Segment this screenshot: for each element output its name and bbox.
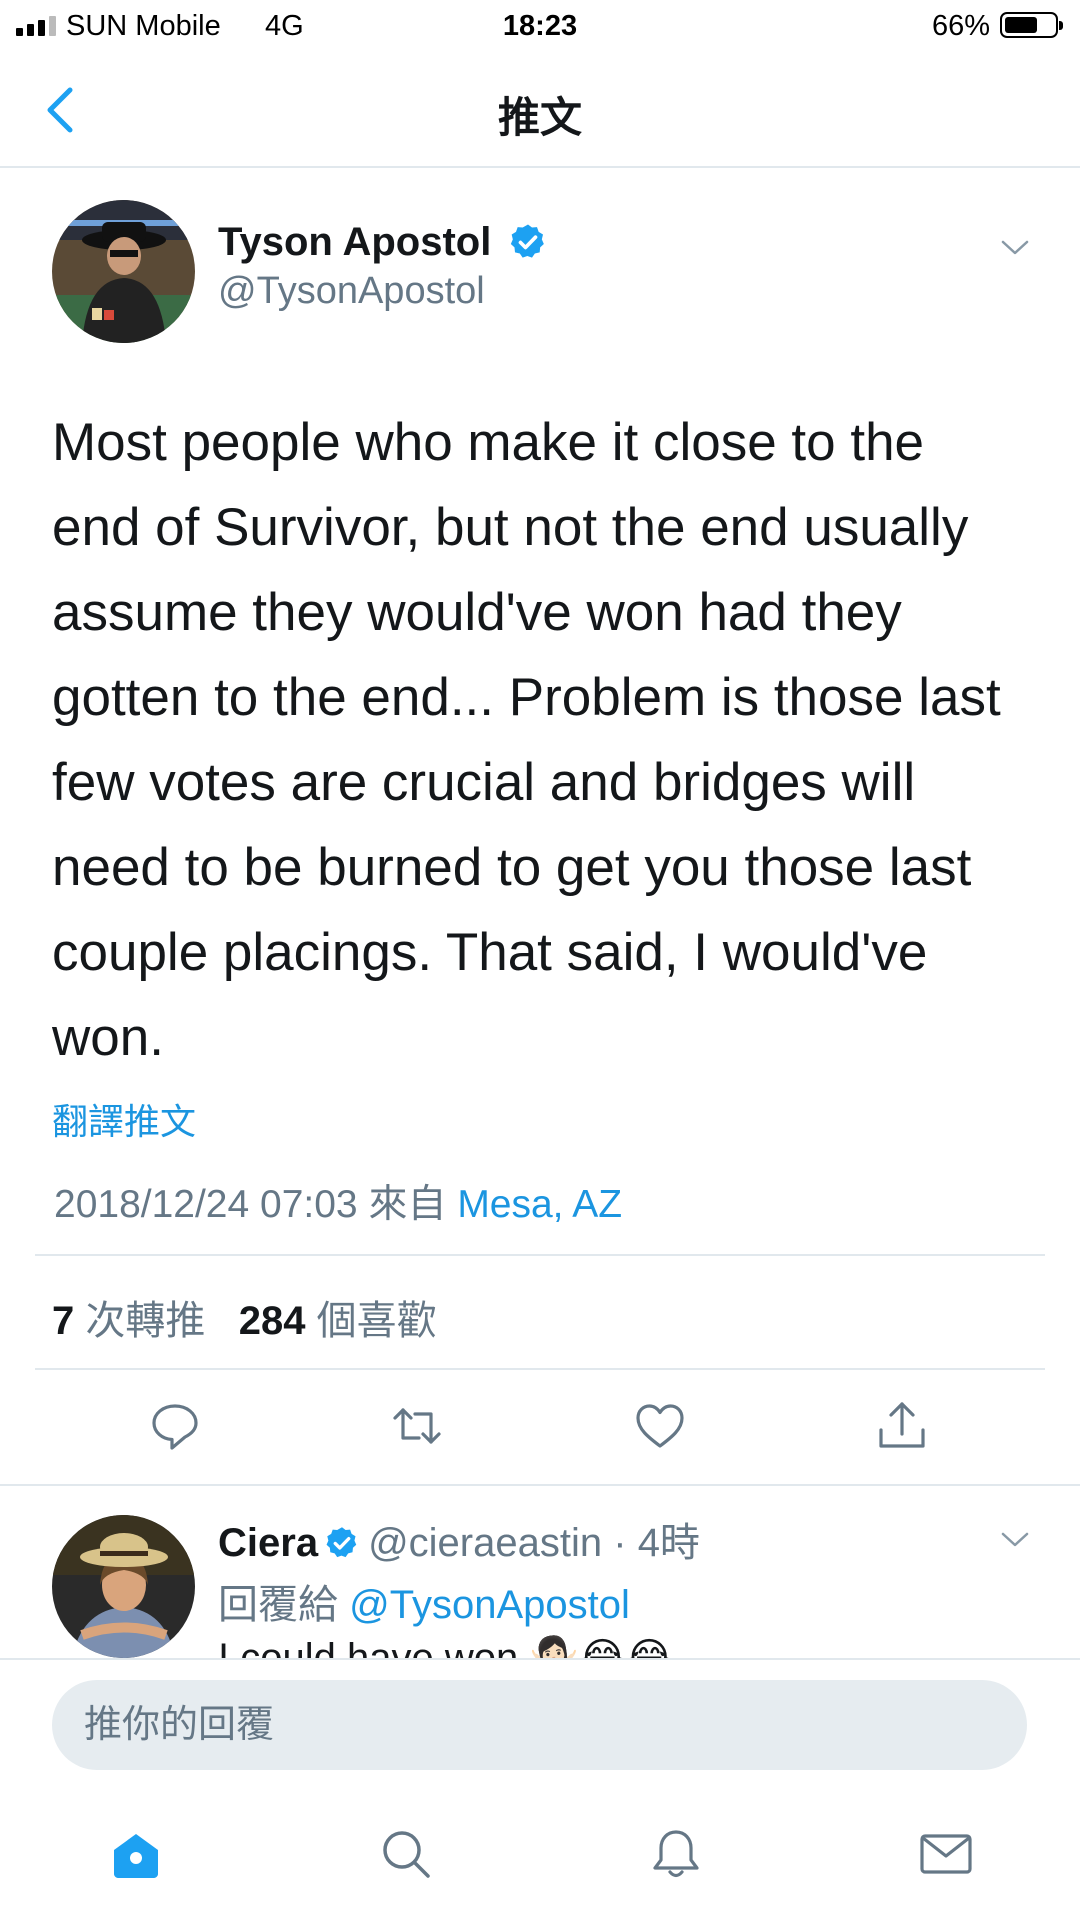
likes-stat[interactable]: 284 個喜歡 xyxy=(239,1299,437,1343)
retweets-count: 7 xyxy=(52,1299,75,1343)
reply-author-name[interactable]: Ciera xyxy=(218,1521,318,1565)
author-handle[interactable]: @TysonApostol xyxy=(218,270,485,313)
like-icon xyxy=(636,1404,684,1448)
share-icon xyxy=(879,1402,925,1448)
chevron-down-icon xyxy=(1001,1532,1029,1547)
reply-button[interactable] xyxy=(147,1398,203,1454)
location-link[interactable]: Mesa, AZ xyxy=(457,1183,622,1226)
tab-notifications[interactable] xyxy=(648,1826,704,1882)
reply-text: I could have won 🤷🏻‍♀️😂😂 xyxy=(218,1636,673,1658)
likes-label: 個喜歡 xyxy=(316,1299,437,1343)
divider xyxy=(0,1484,1080,1486)
author-avatar[interactable] xyxy=(52,200,195,343)
retweet-button[interactable] xyxy=(389,1398,445,1454)
verified-badge-icon xyxy=(324,1525,360,1561)
reply-author-handle[interactable]: @cieraeastin xyxy=(368,1521,602,1565)
separator: · xyxy=(613,1521,627,1565)
reply-header: Ciera @cieraeastin · 4時 xyxy=(218,1510,700,1568)
battery-percentage: 66% xyxy=(931,10,990,42)
tweet-stats: 7 次轉推 284 個喜歡 xyxy=(52,1288,437,1346)
home-icon xyxy=(114,1834,158,1878)
tweet-text-line: end of Survivor, but not the end usually xyxy=(52,498,969,557)
battery-icon xyxy=(1000,12,1063,38)
tweet-text-line: won. xyxy=(52,1008,164,1067)
tweet-text-line: assume they would've won had they xyxy=(52,583,902,642)
tweet-text-line: few votes are crucial and bridges will xyxy=(52,753,916,812)
retweets-label: 次轉推 xyxy=(85,1299,206,1343)
chevron-down-icon xyxy=(1001,240,1029,255)
author-name[interactable]: Tyson Apostol xyxy=(218,220,491,265)
retweet-icon xyxy=(393,1408,441,1444)
tweet-timestamp: 2018/12/24 07:03 來自 Mesa, AZ xyxy=(54,1173,622,1229)
tweet-text-line: need to be burned to get you those last xyxy=(52,838,972,897)
notifications-icon xyxy=(653,1830,699,1878)
replying-to-handle[interactable]: @TysonApostol xyxy=(349,1583,630,1627)
messages-icon xyxy=(920,1834,972,1874)
page-title: 推文 xyxy=(497,94,582,141)
reply-time: 4時 xyxy=(637,1521,700,1565)
tweet-text-line: Most people who make it close to the xyxy=(52,413,925,472)
reply-input[interactable]: 推你的回覆 xyxy=(52,1680,1027,1770)
reply-icon xyxy=(152,1404,198,1450)
reply-menu-button[interactable] xyxy=(1000,1524,1030,1554)
replying-to-label: 回覆給 xyxy=(218,1583,338,1627)
divider xyxy=(35,1368,1045,1370)
tab-messages[interactable] xyxy=(918,1826,974,1882)
navigation-bar: 推文 xyxy=(0,54,1080,168)
retweets-stat[interactable]: 7 次轉推 xyxy=(52,1299,205,1343)
timestamp-text: 2018/12/24 07:03 來自 xyxy=(54,1183,447,1226)
tab-search[interactable] xyxy=(378,1826,434,1882)
share-button[interactable] xyxy=(874,1398,930,1454)
divider xyxy=(35,1254,1045,1256)
tweet-text-line: gotten to the end... Problem is those la… xyxy=(52,668,1001,727)
replying-to: 回覆給 @TysonApostol xyxy=(218,1572,630,1630)
status-bar: SUN Mobile 4G 18:23 66% xyxy=(0,0,1080,54)
likes-count: 284 xyxy=(238,1299,306,1343)
reply-text-clip: I could have won 🤷🏻‍♀️😂😂 xyxy=(218,1630,1038,1658)
like-button[interactable] xyxy=(632,1398,688,1454)
search-icon xyxy=(383,1831,430,1878)
tweet-menu-button[interactable] xyxy=(1000,232,1030,262)
clock: 18:23 xyxy=(502,10,578,42)
verified-badge-icon xyxy=(508,222,548,262)
tweet-text: Most people who make it close to the end… xyxy=(52,400,1042,1080)
tweet-text-line: couple placings. That said, I would've xyxy=(52,923,928,982)
reply-author-avatar[interactable] xyxy=(52,1515,195,1658)
translate-tweet-link[interactable]: 翻譯推文 xyxy=(52,1093,196,1145)
tab-home[interactable] xyxy=(108,1826,164,1882)
